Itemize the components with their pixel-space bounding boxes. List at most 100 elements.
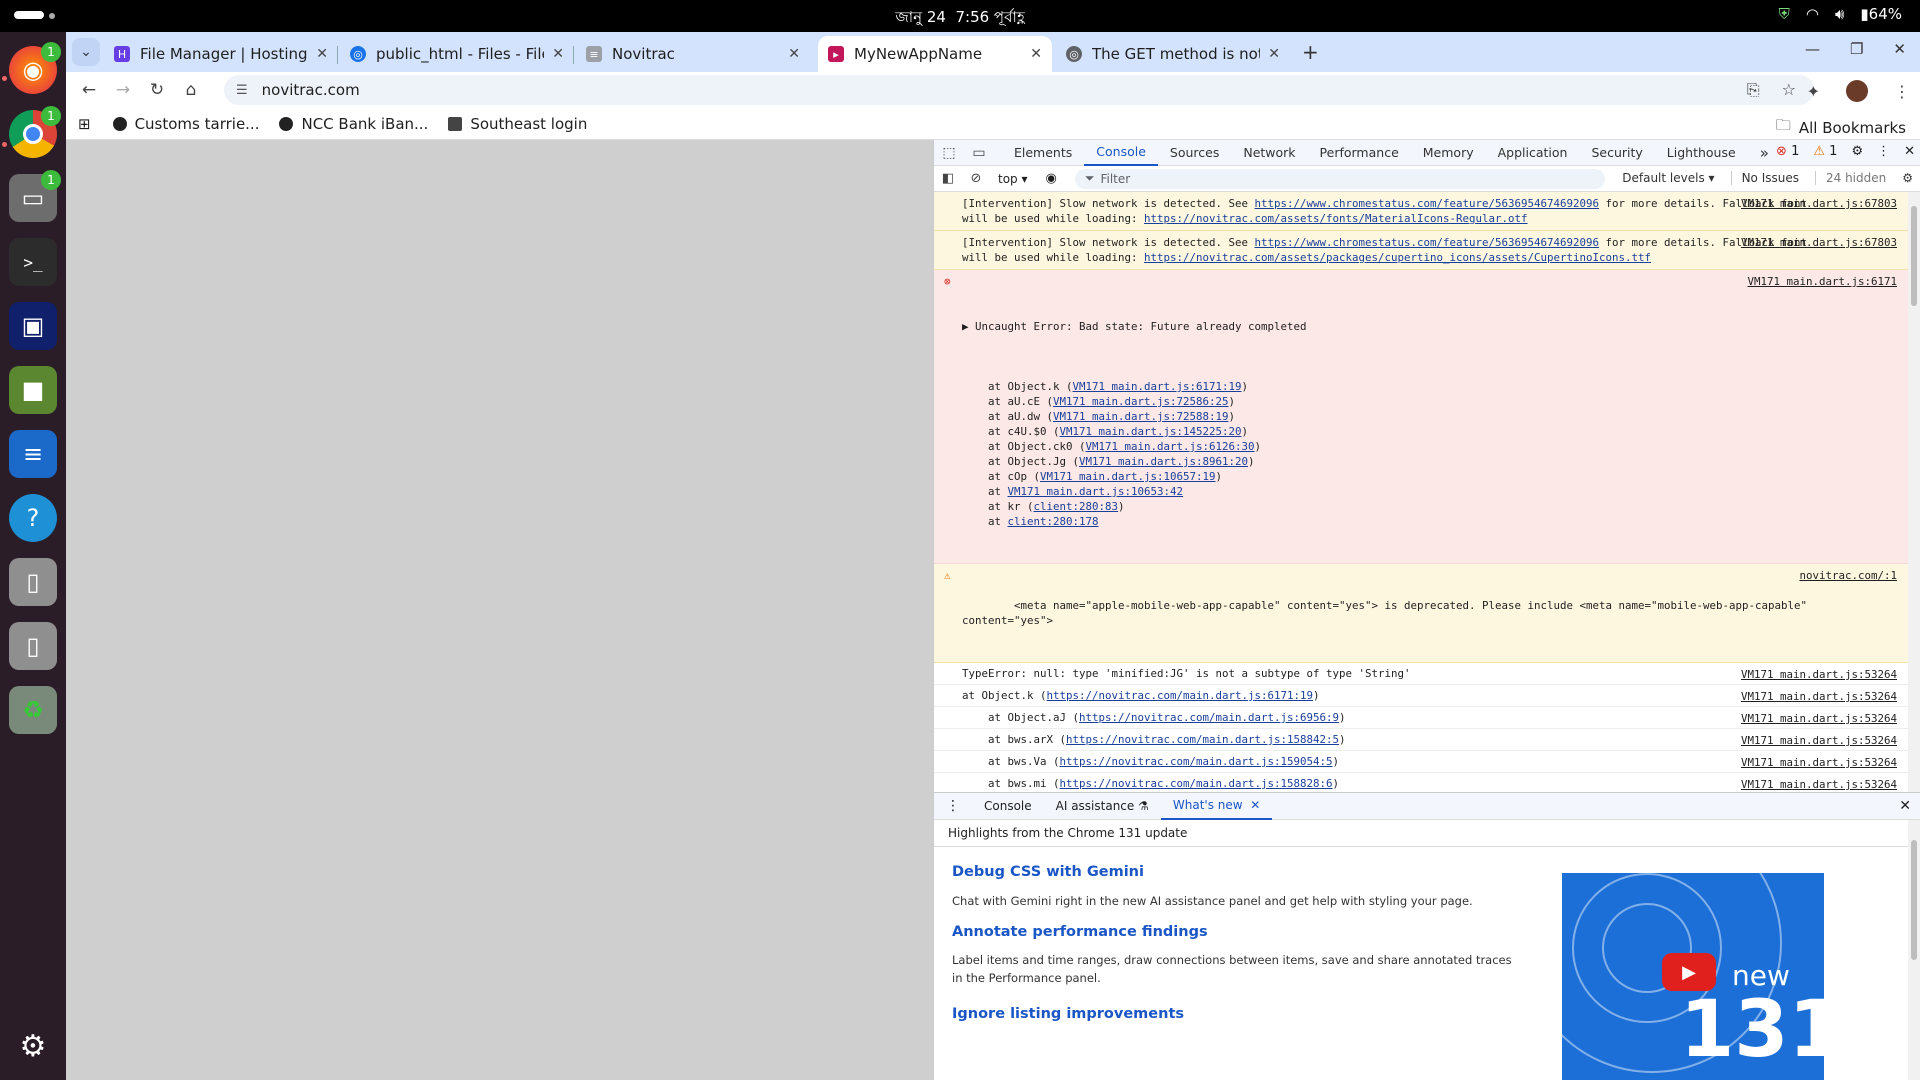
tab-lighthouse[interactable]: Lighthouse xyxy=(1655,140,1748,166)
firefox-icon[interactable]: ◉ 1 xyxy=(9,42,61,94)
menu-icon[interactable]: ⋮ xyxy=(1894,82,1910,101)
stack-link[interactable]: VM171 main.dart.js:145225:20 xyxy=(1060,425,1242,438)
files-icon[interactable]: ▭ 1 xyxy=(9,170,61,222)
help-icon[interactable]: ? xyxy=(9,494,57,542)
log-levels-dropdown[interactable]: Default levels ▾ xyxy=(1622,171,1714,185)
drive-icon[interactable]: ▯ xyxy=(9,558,57,606)
error-title[interactable]: ▶ Uncaught Error: Bad state: Future alre… xyxy=(962,319,1809,334)
eye-icon[interactable]: ◉ xyxy=(1046,171,1057,186)
whats-new-scrollbar[interactable] xyxy=(1908,820,1920,1080)
scrollbar-thumb[interactable] xyxy=(1911,206,1917,306)
minecraft-icon[interactable]: ■ xyxy=(9,366,57,414)
tab-performance[interactable]: Performance xyxy=(1308,140,1411,166)
warning-count[interactable]: ⚠ 1 xyxy=(1813,144,1837,159)
tab-security[interactable]: Security xyxy=(1579,140,1654,166)
stack-link[interactable]: VM171 main.dart.js:72586:25 xyxy=(1053,395,1229,408)
console-settings-icon[interactable]: ⚙ xyxy=(1902,171,1913,185)
log-link[interactable]: https://novitrac.com/main.dart.js:158842… xyxy=(1066,733,1339,746)
apps-grid-icon[interactable]: ⊞ xyxy=(78,115,91,133)
filter-input[interactable]: ⏷ Filter xyxy=(1074,168,1605,189)
tab-search-button[interactable]: ⌄ xyxy=(72,38,100,66)
maximize-icon[interactable]: ❐ xyxy=(1850,40,1863,58)
stack-link[interactable]: client:280:178 xyxy=(1008,515,1099,528)
minimize-icon[interactable]: — xyxy=(1805,40,1820,58)
tab-novitrac[interactable]: ≡ Novitrac ✕ xyxy=(576,36,810,72)
new-tab-button[interactable]: + xyxy=(1302,40,1319,64)
scrollbar-thumb[interactable] xyxy=(1911,840,1917,960)
close-icon[interactable]: ✕ xyxy=(788,46,800,62)
context-selector[interactable]: top ▾ xyxy=(998,172,1028,186)
error-count[interactable]: ⊗ 1 xyxy=(1776,144,1799,159)
bookmark-customs[interactable]: Customs tarrie... xyxy=(112,115,259,133)
message-link[interactable]: https://www.chromestatus.com/feature/563… xyxy=(1255,236,1600,249)
log-link[interactable]: https://novitrac.com/main.dart.js:158828… xyxy=(1060,777,1333,790)
system-clock[interactable]: জানু 24 7:56 পূর্বাহ্ণ xyxy=(0,6,1920,31)
message-link[interactable]: https://novitrac.com/assets/fonts/Materi… xyxy=(1144,212,1528,225)
chrome-icon[interactable]: 1 xyxy=(9,106,61,158)
close-window-icon[interactable]: ✕ xyxy=(1893,40,1906,58)
source-link[interactable]: VM171 main.dart.js:67803 xyxy=(1741,235,1897,250)
message-link[interactable]: https://novitrac.com/assets/packages/cup… xyxy=(1144,251,1651,264)
settings-icon[interactable]: ⚙ xyxy=(1851,144,1863,159)
source-link[interactable]: VM171 main.dart.js:53264 xyxy=(1741,755,1897,770)
stack-link[interactable]: VM171 main.dart.js:72588:19 xyxy=(1053,410,1229,423)
tab-get-method[interactable]: ◎ The GET method is not su ✕ xyxy=(1056,36,1290,72)
tab-console[interactable]: Console xyxy=(1084,140,1158,166)
message-link[interactable]: https://www.chromestatus.com/feature/563… xyxy=(1255,197,1600,210)
inspect-icon[interactable]: ⬚ xyxy=(934,145,964,161)
stack-link[interactable]: VM171 main.dart.js:8961:20 xyxy=(1079,455,1248,468)
console-error-message[interactable]: ⊗ ▶ Uncaught Error: Bad state: Future al… xyxy=(934,270,1909,564)
close-drawer-icon[interactable]: ✕ xyxy=(1899,798,1911,814)
video-thumbnail[interactable]: ▶ new 131 xyxy=(1562,873,1824,1080)
tab-sources[interactable]: Sources xyxy=(1158,140,1231,166)
page-content[interactable] xyxy=(66,140,933,1080)
forward-icon[interactable]: → xyxy=(106,80,140,100)
feature-title-gemini[interactable]: Debug CSS with Gemini xyxy=(952,864,1144,880)
drive-icon-2[interactable]: ▯ xyxy=(9,622,57,670)
tab-application[interactable]: Application xyxy=(1486,140,1580,166)
trash-icon[interactable]: ♻ xyxy=(9,686,57,734)
stack-link[interactable]: VM171 main.dart.js:10653:42 xyxy=(1008,485,1184,498)
source-link[interactable]: VM171 main.dart.js:53264 xyxy=(1741,733,1897,748)
log-link[interactable]: https://novitrac.com/main.dart.js:6171:1… xyxy=(1047,689,1314,702)
terminal-icon[interactable]: >_ xyxy=(9,238,57,286)
source-link[interactable]: VM171 main.dart.js:53264 xyxy=(1741,711,1897,726)
star-icon[interactable]: ☆ xyxy=(1782,80,1796,100)
source-link[interactable]: VM171 main.dart.js:6171 xyxy=(1747,274,1897,289)
tab-mynewappname[interactable]: ▸ MyNewAppName ✕ xyxy=(818,36,1052,72)
avatar[interactable] xyxy=(1846,80,1868,102)
sidebar-toggle-icon[interactable]: ◧ xyxy=(934,171,962,186)
source-link[interactable]: VM171 main.dart.js:53264 xyxy=(1741,689,1897,704)
close-icon[interactable]: ✕ xyxy=(316,46,328,62)
install-icon[interactable]: ⎘ xyxy=(1747,80,1760,100)
log-link[interactable]: https://novitrac.com/main.dart.js:6956:9 xyxy=(1079,711,1339,724)
source-link[interactable]: VM171 main.dart.js:53264 xyxy=(1741,667,1897,682)
close-icon[interactable]: ✕ xyxy=(1904,144,1915,159)
log-link[interactable]: https://novitrac.com/main.dart.js:159054… xyxy=(1060,755,1333,768)
bookmark-southeast[interactable]: Southeast login xyxy=(448,115,587,133)
screen-app-icon[interactable]: ▣ xyxy=(9,302,57,350)
reload-icon[interactable]: ↻ xyxy=(140,80,174,100)
home-icon[interactable]: ⌂ xyxy=(174,80,208,100)
tab-network[interactable]: Network xyxy=(1231,140,1307,166)
tab-memory[interactable]: Memory xyxy=(1411,140,1486,166)
tab-file-manager[interactable]: H File Manager | Hostinger ✕ xyxy=(104,36,338,72)
close-icon[interactable]: ✕ xyxy=(1030,46,1042,62)
stack-link[interactable]: VM171 main.dart.js:10657:19 xyxy=(1040,470,1216,483)
console-scrollbar[interactable] xyxy=(1908,192,1920,792)
tab-elements[interactable]: Elements xyxy=(1002,140,1084,166)
drawer-tab-ai-assistance[interactable]: AI assistance ⚗ xyxy=(1044,792,1161,820)
close-icon[interactable]: ✕ xyxy=(1250,798,1260,812)
clear-console-icon[interactable]: ⊘ xyxy=(962,171,990,186)
feature-title-annotate[interactable]: Annotate performance findings xyxy=(952,924,1208,940)
system-tray[interactable]: ⛨ ◠ 🔊︎ ▮64% xyxy=(1779,5,1902,23)
all-bookmarks-button[interactable]: 🗀 All Bookmarks xyxy=(1776,115,1906,140)
back-icon[interactable]: ← xyxy=(72,80,106,100)
stack-link[interactable]: VM171 main.dart.js:6126:30 xyxy=(1086,440,1255,453)
source-link[interactable]: VM171 main.dart.js:53264 xyxy=(1741,777,1897,792)
close-icon[interactable]: ✕ xyxy=(552,46,564,62)
drawer-tab-console[interactable]: Console xyxy=(972,792,1044,820)
close-icon[interactable]: ✕ xyxy=(1268,46,1280,62)
stack-link[interactable]: client:280:83 xyxy=(1034,500,1119,513)
source-link[interactable]: novitrac.com/:1 xyxy=(1799,568,1897,583)
